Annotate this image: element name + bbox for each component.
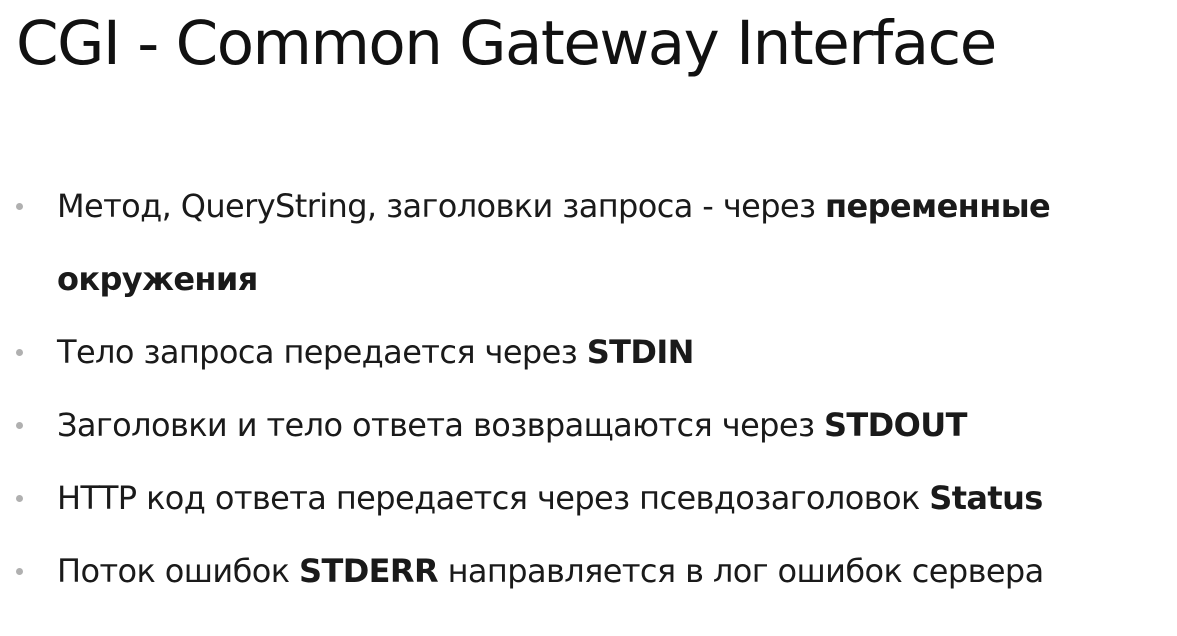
bullet-text: Поток ошибок bbox=[57, 552, 300, 590]
slide-title: CGI - Common Gateway Interface bbox=[16, 8, 997, 79]
bullet-list: Метод, QueryString, заголовки запроса - … bbox=[0, 170, 1177, 608]
bullet-item-env-vars: Метод, QueryString, заголовки запроса - … bbox=[0, 170, 1177, 243]
bullet-dot-icon bbox=[16, 568, 23, 575]
bullet-emphasis: окружения bbox=[57, 260, 258, 298]
bullet-item-stderr: Поток ошибок STDERR направляется в лог о… bbox=[0, 535, 1177, 608]
bullet-text: Метод, QueryString, заголовки запроса - … bbox=[57, 187, 825, 225]
bullet-emphasis: STDOUT bbox=[823, 406, 967, 444]
bullet-text: HTTP код ответа передается через псевдоз… bbox=[57, 479, 930, 517]
bullet-text: Тело запроса передается через bbox=[57, 333, 587, 371]
bullet-item-env-vars-continuation: окружения bbox=[0, 243, 1177, 316]
bullet-dot-icon bbox=[16, 495, 23, 502]
bullet-emphasis: STDERR bbox=[299, 552, 439, 590]
bullet-emphasis: STDIN bbox=[586, 333, 695, 371]
slide: CGI - Common Gateway Interface Метод, Qu… bbox=[0, 0, 1177, 636]
bullet-item-stdout: Заголовки и тело ответа возвращаются чер… bbox=[0, 389, 1177, 462]
bullet-item-status: HTTP код ответа передается через псевдоз… bbox=[0, 462, 1177, 535]
bullet-item-stdin: Тело запроса передается через STDIN bbox=[0, 316, 1177, 389]
bullet-dot-icon bbox=[16, 203, 23, 210]
bullet-emphasis: переменные bbox=[825, 187, 1051, 225]
bullet-dot-icon bbox=[16, 349, 23, 356]
bullet-text: Заголовки и тело ответа возвращаются чер… bbox=[57, 406, 824, 444]
bullet-dot-icon bbox=[16, 422, 23, 429]
bullet-emphasis: Status bbox=[929, 479, 1043, 517]
bullet-text: направляется в лог ошибок сервера bbox=[438, 552, 1045, 590]
